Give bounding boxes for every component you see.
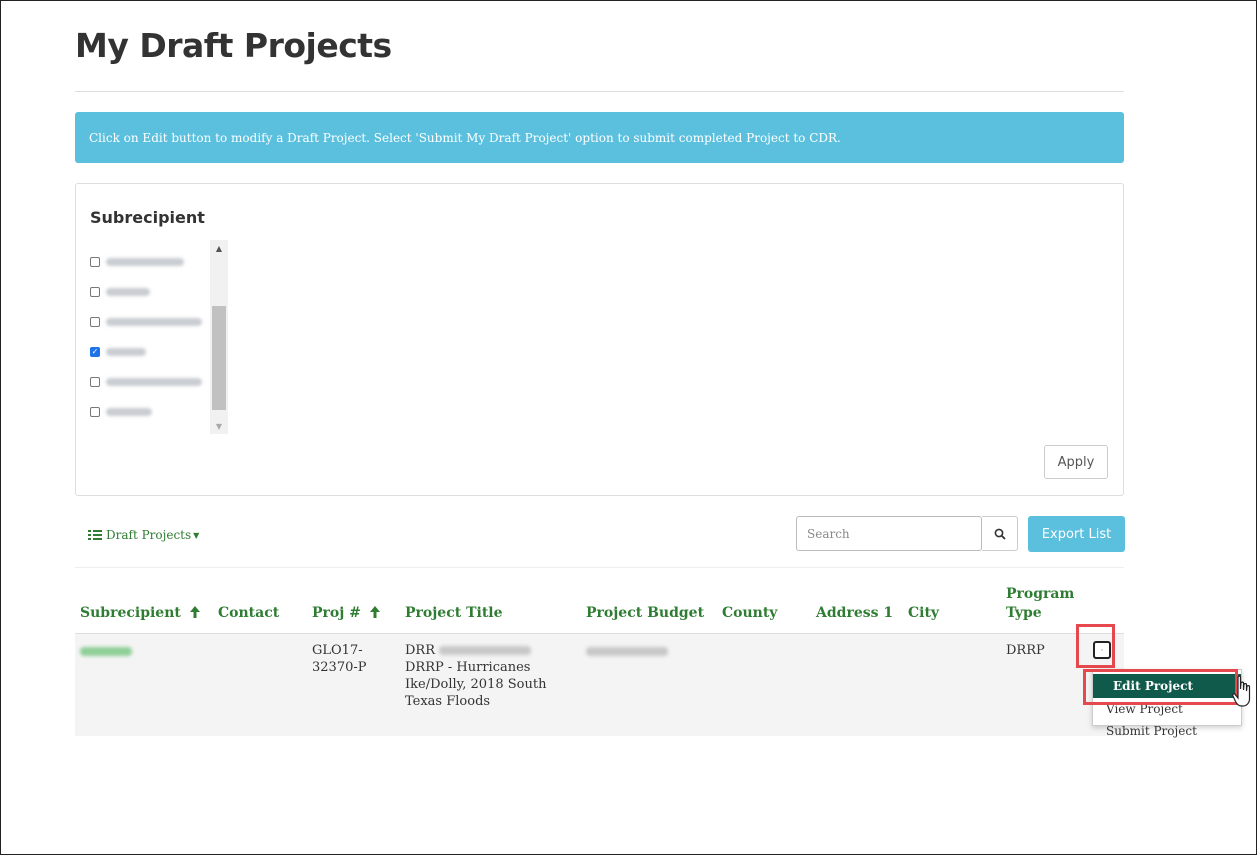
checkbox[interactable] [90,317,100,327]
list-icon [88,529,102,541]
row-actions-button[interactable] [1093,641,1111,659]
redacted-budget-value [586,647,668,656]
scroll-up-arrow-icon[interactable]: ▲ [210,240,228,256]
redacted-subrecipient-name [106,318,202,326]
subrecipient-option[interactable] [90,312,202,332]
search-icon [994,528,1006,540]
redacted-subrecipient-name [106,348,146,356]
filter-heading: Subrecipient [90,208,205,227]
draft-projects-menu-label: Draft Projects [106,528,192,542]
cell-subrecipient[interactable] [80,647,132,656]
scroll-down-arrow-icon[interactable]: ▼ [210,418,228,434]
title-divider [75,91,1124,92]
subrecipient-option[interactable] [90,402,152,422]
cell-project-title: DRR DRRP - Hurricanes Ike/Dolly, 2018 So… [405,643,547,709]
column-header-city[interactable]: City [908,604,939,623]
checkbox-checked[interactable]: ✓ [90,347,100,357]
annotation-highlight-edit-project [1083,669,1238,705]
search-button[interactable] [982,516,1018,551]
redacted-subrecipient-name [106,408,152,416]
list-scrollbar[interactable]: ▲ ▼ [210,240,228,434]
subrecipient-list[interactable]: ✓ [90,240,230,434]
chevron-down-icon [1101,649,1103,651]
checkbox[interactable] [90,257,100,267]
column-header-program-type[interactable]: Program Type [1006,585,1074,623]
scrollbar-thumb[interactable] [212,306,226,410]
subrecipient-option[interactable] [90,282,150,302]
subrecipient-option[interactable] [90,252,184,272]
redacted-subrecipient-name [106,258,184,266]
apply-button[interactable]: Apply [1044,445,1108,479]
subrecipient-option[interactable] [90,372,202,392]
checkbox[interactable] [90,377,100,387]
column-header-proj-no[interactable]: Proj # [312,604,380,623]
sort-up-arrow-icon [369,606,380,618]
search-input[interactable] [796,516,982,551]
cell-program-type: DRRP [1006,643,1045,658]
subrecipient-filter-panel: Subrecipient ✓ ▲ ▼ Apply [75,183,1124,496]
redacted-subrecipient-name [106,288,150,296]
column-header-county[interactable]: County [722,604,777,623]
sort-up-arrow-icon [189,606,200,618]
info-banner-text: Click on Edit button to modify a Draft P… [89,130,841,145]
subrecipient-option[interactable]: ✓ [90,342,146,362]
submit-project-menu-item[interactable]: Submit Project [1093,722,1241,740]
checkbox[interactable] [90,407,100,417]
column-header-project-budget[interactable]: Project Budget [586,604,704,623]
redacted-subrecipient-name [106,378,202,386]
column-header-address-1[interactable]: Address 1 [816,604,893,623]
caret-down-icon: ▼ [193,530,200,540]
redacted-subrecipient-name [80,647,132,656]
cell-proj-no: GLO17- 32370-P [312,643,367,675]
column-header-subrecipient[interactable]: Subrecipient [80,604,200,623]
cell-project-budget [586,647,668,656]
draft-projects-menu[interactable]: Draft Projects ▼ [88,528,199,542]
info-banner: Click on Edit button to modify a Draft P… [75,112,1124,163]
page-title: My Draft Projects [75,26,392,65]
hand-pointer-cursor-icon [1232,675,1251,707]
column-header-project-title[interactable]: Project Title [405,604,503,623]
column-header-contact[interactable]: Contact [218,604,279,623]
toolbar-divider [75,567,1124,568]
export-list-button[interactable]: Export List [1028,516,1125,552]
checkbox[interactable] [90,287,100,297]
redacted-title-text [439,646,531,655]
